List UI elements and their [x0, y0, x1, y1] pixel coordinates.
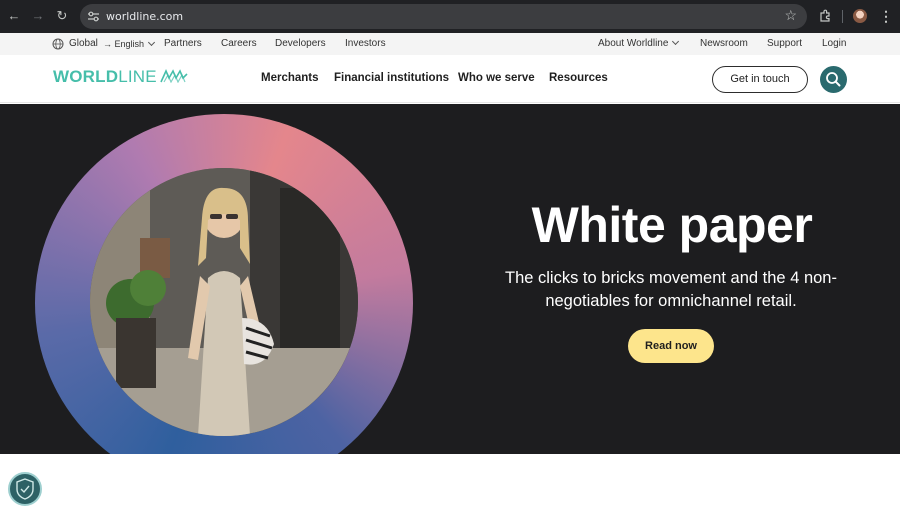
- search-icon: [826, 72, 841, 87]
- utility-link-careers[interactable]: Careers: [221, 38, 257, 49]
- chevron-down-icon: [672, 37, 680, 46]
- star-icon[interactable]: ☆: [784, 7, 797, 24]
- hero-title: White paper: [531, 197, 813, 253]
- extensions-icon[interactable]: [818, 9, 832, 23]
- logo-wordmark: WORLDLINE: [53, 67, 157, 87]
- about-label: About Worldline: [598, 38, 669, 49]
- logo-bold: WORLD: [53, 67, 119, 86]
- main-navigation: WORLDLINE Merchants Financial institutio…: [0, 55, 900, 103]
- read-now-button[interactable]: Read now: [628, 329, 714, 363]
- search-button[interactable]: [820, 66, 847, 93]
- hero-banner: White paper The clicks to bricks movemen…: [0, 104, 900, 454]
- region-selector[interactable]: Global: [69, 38, 98, 49]
- utility-bar: Global → English Partners Careers Develo…: [0, 33, 900, 55]
- browser-toolbar: ← → ↻ worldline.com ☆ ⋮: [0, 0, 900, 33]
- language-label: → English: [103, 39, 145, 49]
- language-selector[interactable]: → English: [103, 38, 156, 49]
- hero-photo-illustration: [90, 168, 358, 436]
- utility-link-developers[interactable]: Developers: [275, 38, 326, 49]
- globe-icon: [52, 38, 64, 50]
- get-in-touch-button[interactable]: Get in touch: [712, 66, 808, 93]
- nav-item-financial-institutions[interactable]: Financial institutions: [334, 72, 449, 84]
- utility-link-newsroom[interactable]: Newsroom: [700, 38, 748, 49]
- address-bar[interactable]: worldline.com ☆: [80, 4, 807, 29]
- hero-subtitle: The clicks to bricks movement and the 4 …: [505, 269, 837, 310]
- nav-item-merchants[interactable]: Merchants: [261, 72, 319, 84]
- nav-item-resources[interactable]: Resources: [549, 72, 608, 84]
- utility-link-support[interactable]: Support: [767, 38, 802, 49]
- back-icon[interactable]: ←: [7, 9, 21, 23]
- cookie-consent-shield-button[interactable]: [8, 472, 42, 506]
- utility-link-investors[interactable]: Investors: [345, 38, 386, 49]
- utility-link-login[interactable]: Login: [822, 38, 846, 49]
- utility-link-partners[interactable]: Partners: [164, 38, 202, 49]
- hero-photo-woman-walking: [90, 168, 358, 436]
- reload-icon[interactable]: ↻: [55, 9, 69, 23]
- about-worldline-menu[interactable]: About Worldline: [598, 37, 680, 49]
- forward-icon[interactable]: →: [31, 9, 45, 23]
- site-settings-icon[interactable]: [87, 10, 100, 23]
- kebab-menu-icon[interactable]: ⋮: [879, 8, 893, 24]
- content-below-hero: [0, 454, 900, 513]
- logo-waves-icon: [160, 69, 188, 83]
- profile-avatar[interactable]: [853, 9, 867, 23]
- nav-item-who-we-serve[interactable]: Who we serve: [458, 72, 535, 84]
- shield-check-icon: [16, 478, 34, 500]
- chevron-down-icon: [147, 38, 156, 47]
- url-text[interactable]: worldline.com: [106, 10, 183, 23]
- toolbar-divider: [842, 10, 843, 23]
- logo-thin: LINE: [118, 67, 157, 86]
